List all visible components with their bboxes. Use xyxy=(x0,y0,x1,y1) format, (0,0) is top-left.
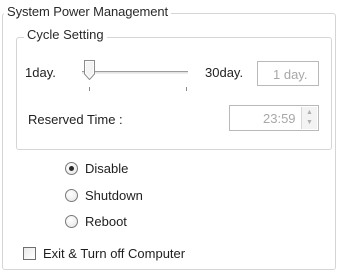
slider-tick-min xyxy=(89,87,90,91)
chevron-up-icon[interactable]: ▲ xyxy=(302,109,317,117)
radio-label-shutdown: Shutdown xyxy=(85,188,143,203)
radio-label-disable: Disable xyxy=(85,161,129,176)
slider-min-label: 1day. xyxy=(25,65,56,80)
cycle-setting-group-title: Cycle Setting xyxy=(24,27,107,42)
exit-turn-off-label: Exit & Turn off Computer xyxy=(43,246,186,261)
chevron-down-icon[interactable]: ▼ xyxy=(302,119,317,127)
reserved-time-value: 23:59 xyxy=(263,111,296,126)
power-management-group-title: System Power Management xyxy=(4,4,171,19)
radio-button-shutdown[interactable] xyxy=(65,189,78,202)
cycle-setting-group xyxy=(16,37,332,150)
reserved-time-spinner[interactable]: ▲ ▼ xyxy=(301,107,317,129)
system-power-management-panel: System Power Management Cycle Setting 1d… xyxy=(0,0,338,274)
radio-selected-dot xyxy=(69,166,74,171)
radio-label-reboot: Reboot xyxy=(85,214,127,229)
radio-button-disable[interactable] xyxy=(65,162,78,175)
cycle-slider-thumb[interactable] xyxy=(84,60,95,80)
radio-button-reboot[interactable] xyxy=(65,215,78,228)
slider-max-label: 30day. xyxy=(205,65,244,80)
cycle-value-field[interactable]: 1 day. xyxy=(257,61,319,86)
slider-tick-max xyxy=(186,87,187,91)
reserved-time-label: Reserved Time : xyxy=(28,112,123,127)
cycle-value-text: 1 day. xyxy=(273,67,308,82)
cycle-slider-track[interactable] xyxy=(82,71,188,74)
reserved-time-field[interactable]: 23:59 ▲ ▼ xyxy=(229,105,319,131)
exit-turn-off-checkbox[interactable] xyxy=(23,247,36,260)
